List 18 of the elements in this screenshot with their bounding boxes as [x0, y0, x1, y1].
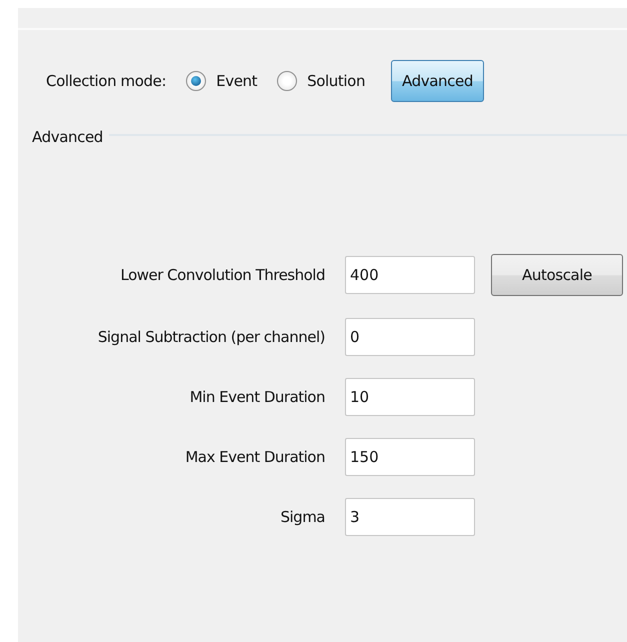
- field-label: Min Event Duration: [190, 388, 325, 406]
- group-title: Advanced: [31, 128, 104, 146]
- field-label: Max Event Duration: [185, 448, 325, 466]
- radio-icon[interactable]: [277, 71, 298, 91]
- input-field[interactable]: 10: [345, 378, 475, 416]
- collection-mode-label: Collection mode:: [46, 72, 166, 90]
- mode-radio[interactable]: Event: [186, 71, 258, 91]
- input-field[interactable]: 400: [345, 256, 475, 294]
- mode-radio[interactable]: Solution: [277, 71, 366, 91]
- input-field[interactable]: 0: [345, 318, 475, 356]
- field-label: Lower Convolution Threshold: [120, 266, 325, 284]
- input-field[interactable]: 3: [345, 498, 475, 536]
- input-field[interactable]: 150: [345, 438, 475, 476]
- advanced-button[interactable]: Advanced: [391, 60, 484, 102]
- field-label: Signal Subtraction (per channel): [98, 328, 325, 346]
- radio-icon[interactable]: [186, 71, 206, 91]
- autoscale-button[interactable]: Autoscale: [491, 254, 623, 296]
- field-label: Sigma: [280, 508, 325, 526]
